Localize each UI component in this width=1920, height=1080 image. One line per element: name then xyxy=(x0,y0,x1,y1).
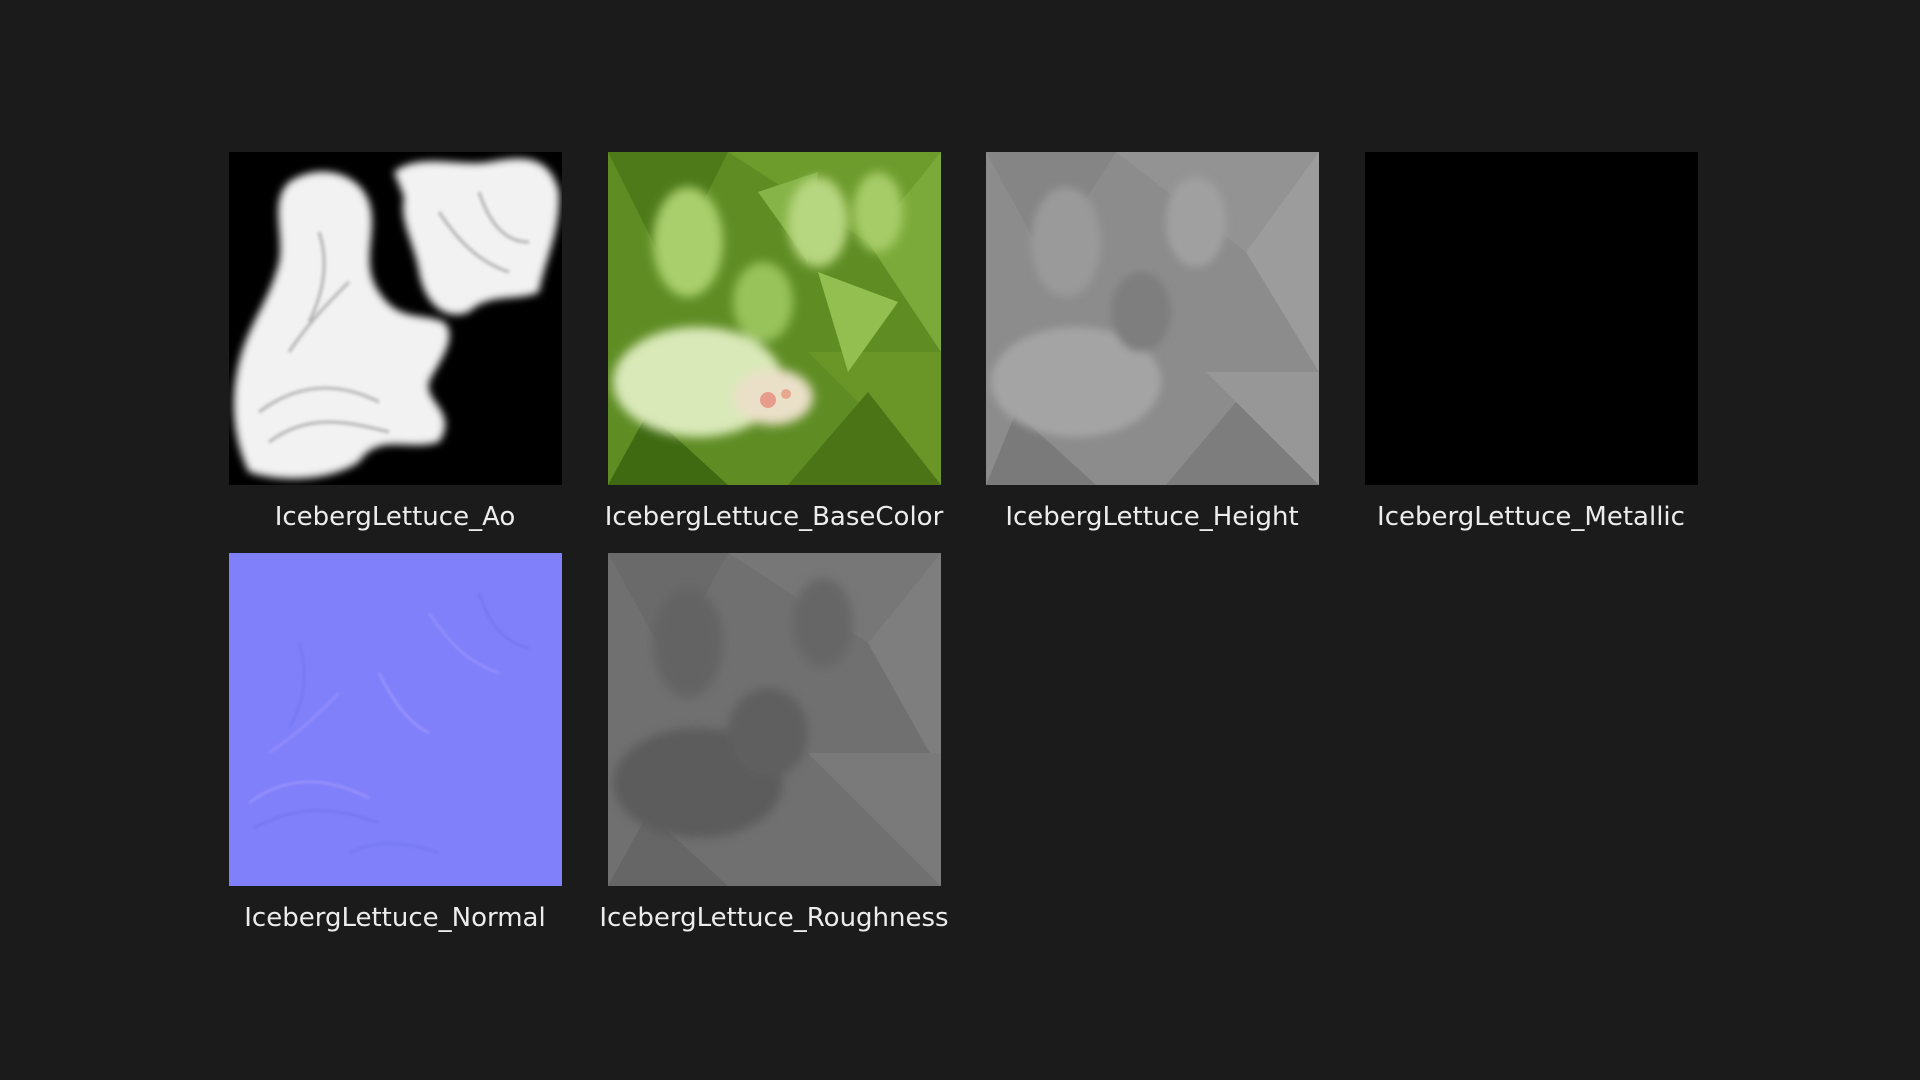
file-item-roughness[interactable]: IcebergLettuce_Roughness xyxy=(568,553,949,953)
file-name-label: IcebergLettuce_BaseColor xyxy=(604,502,944,532)
file-name-label: IcebergLettuce_Ao xyxy=(274,502,516,532)
file-item-normal[interactable]: IcebergLettuce_Normal xyxy=(189,553,569,953)
roughness-texture-thumbnail xyxy=(608,553,941,886)
file-name-label: IcebergLettuce_Height xyxy=(1005,502,1299,532)
file-name-label: IcebergLettuce_Metallic xyxy=(1377,502,1685,532)
normal-texture-thumbnail xyxy=(229,553,562,886)
file-name-label: IcebergLettuce_Roughness xyxy=(599,903,949,933)
file-name-label: IcebergLettuce_Normal xyxy=(244,903,546,933)
ao-texture-thumbnail xyxy=(229,152,562,485)
file-item-metallic[interactable]: IcebergLettuce_Metallic xyxy=(1325,152,1705,552)
file-thumbnail-grid: IcebergLettuce_Ao IcebergLettuce_BaseCol… xyxy=(0,0,1920,1080)
file-item-ao[interactable]: IcebergLettuce_Ao xyxy=(189,152,569,552)
basecolor-texture-image xyxy=(608,152,941,485)
ao-texture-image xyxy=(229,152,562,485)
file-item-height[interactable]: IcebergLettuce_Height xyxy=(946,152,1326,552)
normal-texture-image xyxy=(229,553,562,886)
metallic-texture-image xyxy=(1365,152,1698,485)
height-texture-thumbnail xyxy=(986,152,1319,485)
roughness-texture-image xyxy=(608,553,941,886)
basecolor-texture-thumbnail xyxy=(608,152,941,485)
file-item-basecolor[interactable]: IcebergLettuce_BaseColor xyxy=(568,152,948,552)
metallic-texture-thumbnail xyxy=(1365,152,1698,485)
height-texture-image xyxy=(986,152,1319,485)
